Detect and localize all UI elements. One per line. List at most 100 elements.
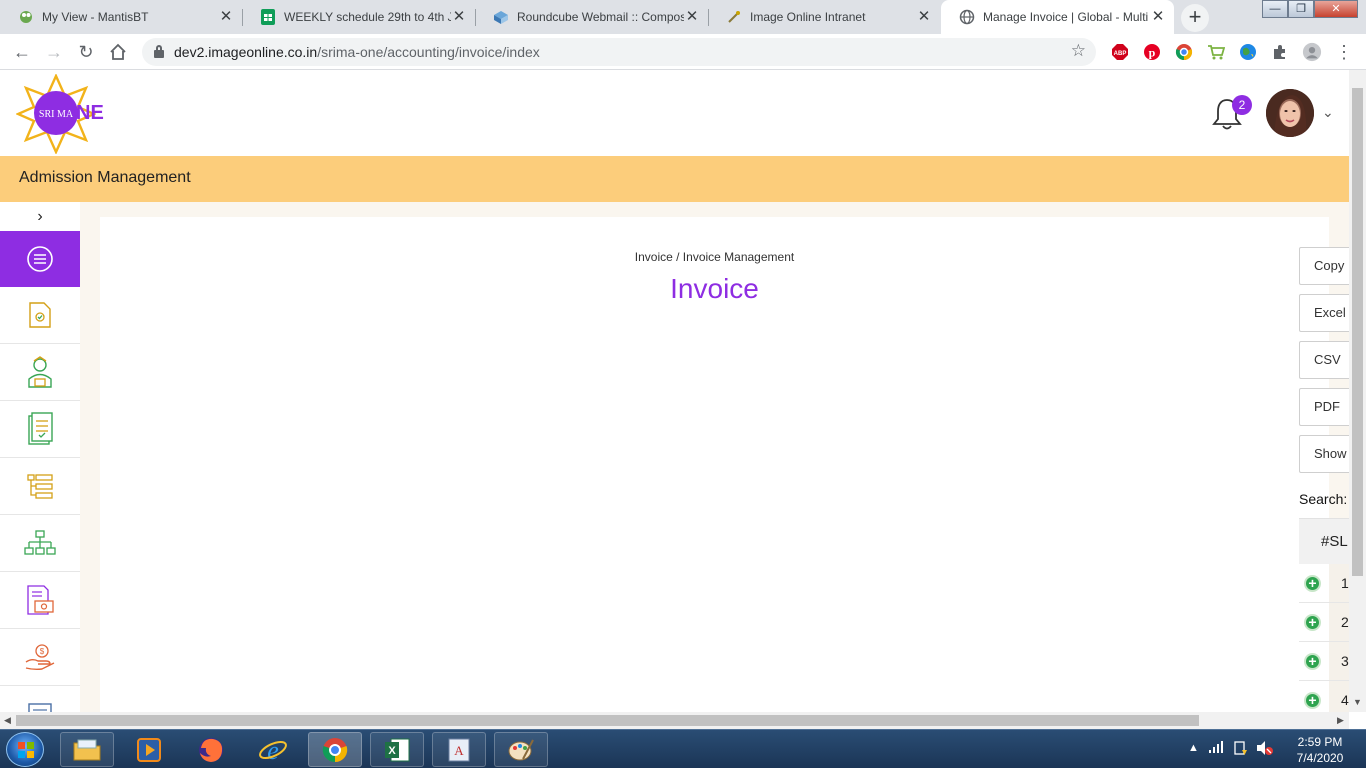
notification-count-badge: 2 bbox=[1232, 95, 1252, 115]
adblock-icon[interactable]: ABP bbox=[1110, 42, 1130, 62]
row-number: 1 bbox=[1341, 575, 1349, 591]
media-player-icon[interactable] bbox=[122, 732, 176, 767]
horizontal-scrollbar[interactable]: ◀ ▶ bbox=[0, 712, 1349, 729]
sidebar-toggle-button[interactable]: › bbox=[0, 202, 80, 231]
tab-manage-invoice[interactable]: Manage Invoice | Global - Multi ✕ bbox=[941, 0, 1174, 34]
paint-icon[interactable] bbox=[494, 732, 548, 767]
excel-icon[interactable]: X bbox=[370, 732, 424, 767]
home-button[interactable] bbox=[106, 40, 130, 64]
excel-button[interactable]: Excel bbox=[1299, 294, 1349, 332]
back-button[interactable]: ← bbox=[10, 40, 34, 64]
chrome-icon[interactable] bbox=[308, 732, 362, 767]
invoice-icon bbox=[27, 585, 54, 615]
close-window-button[interactable]: ✕ bbox=[1314, 0, 1358, 18]
org-chart-icon bbox=[24, 530, 56, 555]
student-icon bbox=[28, 356, 52, 388]
sidebar-item-notes[interactable] bbox=[0, 686, 80, 712]
browser-toolbar: ← → ↻ dev2.imageonline.co.in/srima-one/a… bbox=[0, 34, 1366, 70]
vertical-scroll-thumb[interactable] bbox=[1352, 88, 1363, 576]
close-icon[interactable]: ✕ bbox=[218, 9, 234, 25]
sidebar-item-organization[interactable] bbox=[0, 515, 80, 572]
breadcrumb: Invoice / Invoice Management bbox=[634, 250, 795, 264]
logo-suffix: NE bbox=[76, 102, 104, 124]
tab-mantis[interactable]: My View - MantisBT ✕ bbox=[0, 0, 243, 34]
horizontal-scroll-thumb[interactable] bbox=[16, 715, 1199, 726]
internet-explorer-icon[interactable]: e bbox=[246, 732, 300, 767]
expand-row-icon[interactable]: + bbox=[1304, 653, 1321, 670]
window-controls: — ❐ ✕ bbox=[1262, 0, 1358, 20]
hamburger-menu-icon bbox=[27, 246, 53, 272]
scroll-left-arrow-icon[interactable]: ◀ bbox=[4, 715, 11, 726]
profile-icon[interactable] bbox=[1302, 42, 1322, 62]
minimize-button[interactable]: — bbox=[1262, 0, 1288, 18]
scroll-right-arrow-icon[interactable]: ▶ bbox=[1337, 715, 1344, 726]
volume-muted-icon[interactable] bbox=[1256, 740, 1274, 759]
sidebar-item-structure[interactable] bbox=[0, 458, 80, 515]
close-icon[interactable]: ✕ bbox=[1150, 9, 1166, 25]
maximize-button[interactable]: ❐ bbox=[1288, 0, 1314, 18]
module-bar: Admission Management bbox=[0, 156, 1349, 202]
bookmark-star-icon[interactable]: ☆ bbox=[1071, 41, 1086, 61]
tab-title: Roundcube Webmail :: Compos bbox=[517, 10, 684, 24]
expand-row-icon[interactable]: + bbox=[1304, 614, 1321, 631]
start-button[interactable] bbox=[6, 732, 44, 767]
tab-roundcube[interactable]: Roundcube Webmail :: Compos ✕ bbox=[475, 0, 709, 34]
network-signal-icon[interactable] bbox=[1208, 740, 1224, 757]
reload-button[interactable]: ↻ bbox=[74, 40, 98, 64]
new-tab-button[interactable]: + bbox=[1181, 4, 1209, 32]
file-explorer-icon[interactable] bbox=[60, 732, 114, 767]
power-icon[interactable] bbox=[1232, 740, 1248, 759]
pdf-button[interactable]: PDF bbox=[1299, 388, 1349, 426]
puzzle-icon[interactable] bbox=[1270, 42, 1290, 62]
copy-button[interactable]: Copy bbox=[1299, 247, 1349, 285]
url-host: dev2.imageonline.co.in bbox=[174, 44, 318, 60]
expand-row-icon[interactable]: + bbox=[1304, 575, 1321, 592]
intranet-icon bbox=[726, 9, 742, 25]
row-number: 2 bbox=[1341, 614, 1349, 630]
tab-title: Manage Invoice | Global - Multi bbox=[983, 10, 1149, 24]
cart-icon[interactable] bbox=[1206, 42, 1226, 62]
show-hidden-icons-button[interactable]: ▲ bbox=[1188, 742, 1199, 754]
svg-text:ABP: ABP bbox=[1114, 51, 1127, 57]
module-title: Admission Management bbox=[19, 169, 191, 186]
forward-button[interactable]: → bbox=[42, 40, 66, 64]
sidebar-item-students[interactable] bbox=[0, 344, 80, 401]
web-page: SRI MA NE 2 ⌄ Admission Management › $ I… bbox=[0, 70, 1349, 712]
sidebar-item-menu[interactable] bbox=[0, 231, 80, 287]
word-icon[interactable]: A bbox=[432, 732, 486, 767]
menu-dots-icon[interactable]: ⋮ bbox=[1334, 42, 1354, 62]
globe-ext-icon[interactable] bbox=[1238, 42, 1258, 62]
chevron-down-icon[interactable]: ⌄ bbox=[1322, 104, 1334, 121]
google-sheets-icon bbox=[260, 9, 276, 25]
show-entries-button[interactable]: Show bbox=[1299, 435, 1349, 473]
svg-text:e: e bbox=[267, 736, 279, 765]
pinterest-icon[interactable]: p bbox=[1142, 42, 1162, 62]
close-icon[interactable]: ✕ bbox=[684, 9, 700, 25]
sidebar-item-applications[interactable] bbox=[0, 401, 80, 458]
windows-taskbar: e X A ▲ 2:59 PM 7/4/2020 bbox=[0, 729, 1366, 768]
list-tree-icon bbox=[27, 474, 53, 499]
csv-button[interactable]: CSV bbox=[1299, 341, 1349, 379]
sidebar-item-payments[interactable]: $ bbox=[0, 629, 80, 686]
sidebar-item-invoice[interactable] bbox=[0, 572, 80, 629]
table-row: +2 bbox=[1299, 603, 1349, 642]
expand-row-icon[interactable]: + bbox=[1304, 692, 1321, 709]
close-icon[interactable]: ✕ bbox=[451, 9, 467, 25]
system-clock[interactable]: 2:59 PM 7/4/2020 bbox=[1285, 734, 1355, 766]
tab-weekly-schedule[interactable]: WEEKLY schedule 29th to 4th Ju ✕ bbox=[242, 0, 476, 34]
tab-title: My View - MantisBT bbox=[42, 10, 149, 24]
sidebar-item-documents[interactable] bbox=[0, 287, 80, 344]
firefox-icon[interactable] bbox=[184, 732, 238, 767]
chrome-ext-icon[interactable] bbox=[1174, 42, 1194, 62]
search-label: Search: bbox=[1299, 491, 1348, 507]
address-bar[interactable]: dev2.imageonline.co.in/srima-one/account… bbox=[142, 38, 1096, 66]
tab-intranet[interactable]: Image Online Intranet ✕ bbox=[708, 0, 940, 34]
tab-title: WEEKLY schedule 29th to 4th Ju bbox=[284, 10, 451, 24]
user-avatar[interactable] bbox=[1266, 89, 1314, 137]
close-icon[interactable]: ✕ bbox=[916, 9, 932, 25]
vertical-scrollbar[interactable]: ▼ bbox=[1349, 70, 1366, 712]
clipboard-list-icon bbox=[28, 412, 53, 445]
lock-icon bbox=[154, 45, 164, 58]
mantis-icon bbox=[18, 9, 34, 25]
scroll-down-arrow-icon[interactable]: ▼ bbox=[1353, 697, 1362, 707]
